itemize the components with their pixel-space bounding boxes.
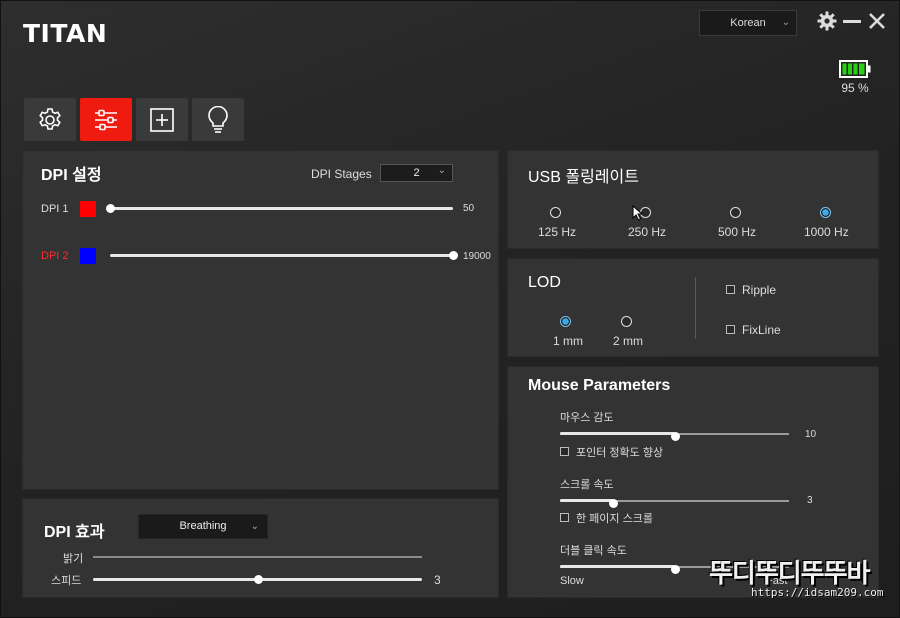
dpi-color-swatch[interactable] [80, 201, 96, 217]
sliders-icon [95, 109, 117, 130]
ripple-label: Ripple [742, 283, 777, 297]
chevron-down-icon: ⌄ [781, 17, 790, 28]
radio-lod-2mm[interactable] [621, 316, 632, 327]
radio-500hz[interactable] [730, 207, 741, 218]
app-logo: TITAN [23, 19, 108, 48]
plus-square-icon [150, 107, 174, 132]
effect-mode-select[interactable]: Breathing ⌄ [138, 514, 268, 539]
speed-slider-track[interactable] [93, 575, 422, 584]
double-click-slider-thumb[interactable] [670, 565, 680, 574]
speed-slider-thumb[interactable] [253, 575, 263, 584]
sensitivity-label: 마우스 감도 [560, 412, 614, 424]
usb-option-label: 500 Hz [718, 225, 757, 239]
gear-icon[interactable] [817, 11, 837, 31]
watermark-title: 뚜디뚜디뚜뚜바 [709, 559, 870, 589]
tab-lighting[interactable] [192, 98, 244, 141]
dpi-row-label: DPI 1 [41, 203, 69, 215]
dpi-slider-track[interactable] [106, 204, 453, 213]
tab-macro[interactable] [136, 98, 188, 141]
double-click-label: 더블 클릭 속도 [560, 545, 627, 557]
sensitivity-slider-thumb[interactable] [670, 432, 680, 441]
lod-option-label: 2 mm [613, 334, 643, 348]
dpi-effect-title: DPI 효과 [44, 524, 105, 541]
dpi-slider-track[interactable] [110, 251, 458, 260]
usb-option-label: 125 Hz [538, 225, 577, 239]
radio-1000hz[interactable] [820, 207, 831, 218]
battery-percent: 95 % [841, 81, 869, 95]
dpi-row-label-active: DPI 2 [41, 250, 69, 262]
page-scroll-checkbox[interactable] [560, 513, 569, 522]
page-scroll-label: 한 페이지 스크롤 [576, 513, 653, 525]
app-window: TITAN Korean ⌄ 95 % DPI 설정 DPI Stages 2 … [0, 0, 900, 618]
tab-settings[interactable] [24, 98, 76, 141]
dpi-value: 19000 [463, 251, 491, 262]
dpi-settings-title: DPI 설정 [41, 167, 102, 184]
lod-divider [695, 277, 696, 339]
battery-icon [839, 60, 871, 78]
usb-option-label: 1000 Hz [804, 225, 849, 239]
dpi-color-swatch[interactable] [80, 248, 96, 264]
scroll-slider-fill [560, 499, 613, 502]
speed-value: 3 [434, 573, 441, 587]
mouse-cursor-icon [632, 205, 644, 221]
mouse-parameters-title: Mouse Parameters [528, 377, 671, 394]
dpi-stages-value: 2 [413, 167, 420, 179]
language-select-value: Korean [730, 17, 766, 29]
ripple-checkbox[interactable] [726, 285, 735, 294]
speed-label: 스피드 [51, 575, 82, 587]
language-select[interactable]: Korean ⌄ [699, 10, 797, 36]
lod-panel: LOD 1 mm 2 mm Ripple FixLine [507, 258, 879, 357]
dpi-stages-select[interactable]: 2 ⌄ [380, 164, 453, 182]
watermark-url: https://idsam209.com [751, 586, 884, 599]
sensitivity-slider-fill [560, 432, 675, 435]
precision-checkbox[interactable] [560, 447, 569, 456]
lod-option-label: 1 mm [553, 334, 583, 348]
double-click-slider-fill [560, 565, 675, 568]
scroll-speed-value: 3 [807, 495, 813, 506]
fixline-label: FixLine [742, 323, 781, 337]
radio-lod-1mm[interactable] [560, 316, 571, 327]
radio-125hz[interactable] [550, 207, 561, 218]
chevron-down-icon: ⌄ [250, 521, 259, 532]
dpi-settings-panel: DPI 설정 DPI Stages 2 ⌄ DPI 1 50 DPI 2 190… [22, 150, 499, 490]
gear-icon [39, 107, 61, 130]
brightness-slider-track[interactable] [93, 556, 422, 558]
dpi-effect-panel: DPI 효과 Breathing ⌄ 밝기 스피드 3 [22, 498, 499, 598]
minimize-button[interactable] [843, 20, 861, 23]
brightness-label: 밝기 [63, 553, 84, 565]
usb-polling-panel: USB 폴링레이트 125 Hz 250 Hz 500 Hz 1000 Hz [507, 150, 879, 249]
close-icon[interactable] [868, 12, 886, 30]
sensitivity-value: 10 [805, 429, 817, 440]
dpi-slider-thumb[interactable] [106, 204, 115, 213]
chevron-down-icon: ⌄ [437, 165, 446, 176]
fixline-checkbox[interactable] [726, 325, 735, 334]
dpi-value: 50 [463, 203, 475, 214]
bulb-icon [208, 105, 228, 133]
lod-title: LOD [528, 274, 561, 291]
scroll-speed-label: 스크롤 속도 [560, 479, 614, 491]
usb-polling-title: USB 폴링레이트 [528, 169, 639, 186]
tab-sliders[interactable] [80, 98, 132, 141]
dpi-stages-label: DPI Stages [311, 167, 372, 181]
usb-option-label: 250 Hz [628, 225, 667, 239]
scroll-slider-thumb[interactable] [608, 499, 618, 508]
effect-mode-value: Breathing [179, 520, 227, 532]
precision-label: 포인터 정확도 향상 [576, 447, 664, 459]
watermark: 뚜디뚜디뚜뚜바 https://idsam209.com [707, 553, 900, 605]
dpi-slider-thumb[interactable] [449, 251, 458, 260]
slow-label: Slow [560, 575, 584, 587]
